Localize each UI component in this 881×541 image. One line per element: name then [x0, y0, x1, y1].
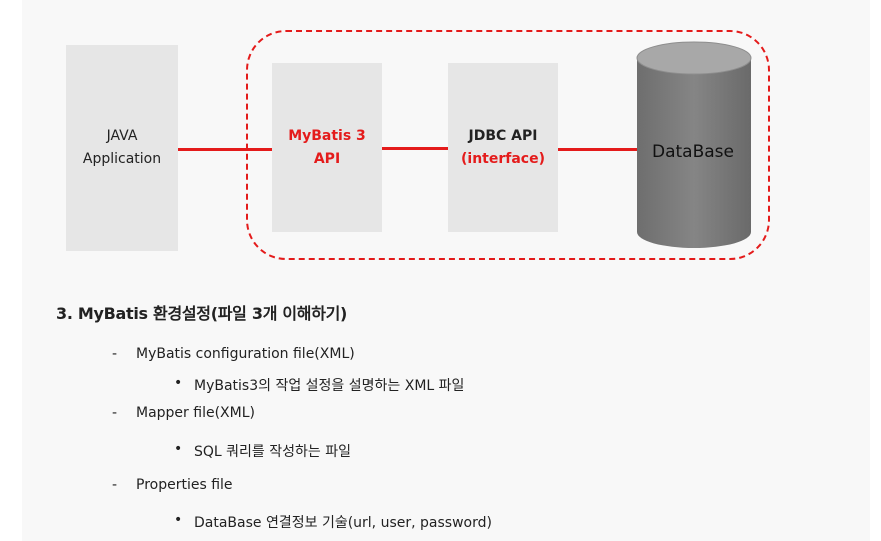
mybatis-box-line1: MyBatis 3: [288, 127, 366, 144]
jdbc-box-line1: JDBC API: [468, 127, 538, 144]
bullet-icon: •: [174, 441, 183, 457]
page-canvas: JAVA Application MyBatis 3 API JDBC API …: [0, 0, 881, 541]
bullet-icon: •: [174, 375, 183, 391]
jdbc-box-line2: (interface): [461, 150, 545, 167]
list-item-label: Mapper file(XML): [136, 405, 255, 421]
bullet-icon: •: [174, 512, 183, 528]
list-item-description: SQL 쿼리를 작성하는 파일: [194, 444, 351, 460]
list-dash: -: [112, 477, 118, 493]
list-item-label: MyBatis configuration file(XML): [136, 346, 355, 362]
section-heading: 3. MyBatis 환경설정(파일 3개 이해하기): [56, 304, 348, 323]
list-item-description: DataBase 연결정보 기술(url, user, password): [194, 515, 492, 531]
java-application-box: JAVA Application: [66, 45, 178, 251]
list-item-label: Properties file: [136, 477, 233, 493]
mybatis-api-box: MyBatis 3 API: [272, 63, 382, 232]
mybatis-box-line2: API: [313, 150, 341, 167]
java-box-line2: Application: [82, 151, 162, 167]
list-dash: -: [112, 346, 118, 362]
database-label: DataBase: [652, 142, 734, 162]
jdbc-api-box: JDBC API (interface): [448, 63, 558, 232]
java-box-line1: JAVA: [106, 128, 138, 144]
list-item-description: MyBatis3의 작업 설정을 설명하는 XML 파일: [194, 378, 465, 394]
list-dash: -: [112, 405, 118, 421]
